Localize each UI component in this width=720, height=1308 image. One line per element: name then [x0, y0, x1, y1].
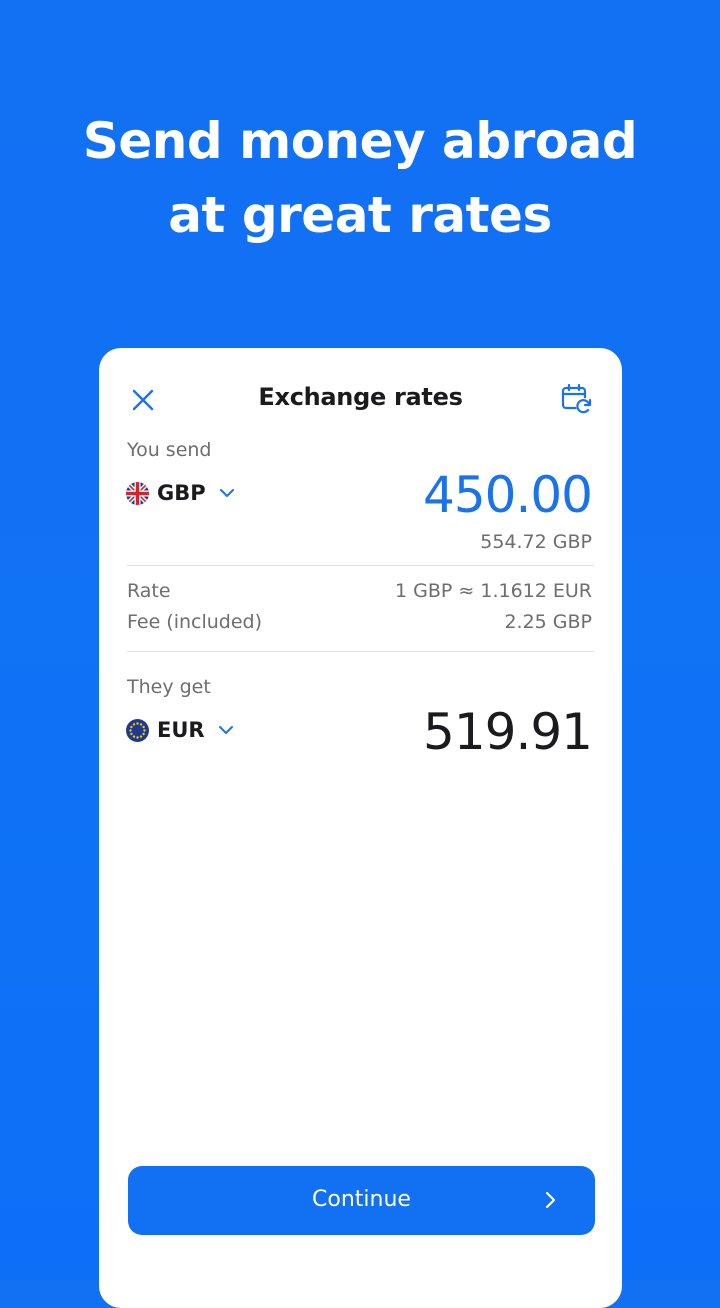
- rate-row: Rate 1 GBP ≈ 1.1612 EUR: [127, 580, 592, 602]
- card-title: Exchange rates: [258, 383, 463, 411]
- uk-flag-icon: [126, 481, 149, 505]
- hero-headline: Send money abroad at great rates: [0, 104, 720, 252]
- rate-label: Rate: [127, 580, 171, 602]
- hero-line-2: at great rates: [168, 186, 552, 244]
- chevron-down-icon: [219, 489, 234, 497]
- fee-row: Fee (included) 2.25 GBP: [127, 611, 592, 633]
- divider: [127, 565, 594, 566]
- exchange-card: Exchange rates You send GBP 450.00 554.7…: [99, 348, 622, 1308]
- receive-currency-selector[interactable]: EUR: [126, 718, 235, 742]
- rate-value: 1 GBP ≈ 1.1612 EUR: [395, 580, 592, 602]
- send-currency-selector[interactable]: GBP: [126, 481, 236, 505]
- fee-label: Fee (included): [127, 611, 263, 633]
- chevron-down-icon: [218, 726, 233, 734]
- divider: [127, 651, 594, 652]
- receive-label: They get: [127, 676, 211, 698]
- calendar-refresh-icon[interactable]: [560, 382, 594, 416]
- send-amount-input[interactable]: 450.00: [423, 466, 593, 524]
- fee-value: 2.25 GBP: [504, 611, 592, 633]
- receive-currency-code: EUR: [157, 718, 205, 742]
- chevron-right-icon: [545, 1191, 556, 1209]
- send-currency-code: GBP: [157, 481, 206, 505]
- send-label: You send: [127, 439, 212, 461]
- receive-amount[interactable]: 519.91: [423, 703, 593, 761]
- eu-flag-icon: [126, 718, 149, 742]
- continue-button[interactable]: Continue: [128, 1166, 595, 1235]
- continue-label: Continue: [312, 1187, 411, 1212]
- send-total-amount: 554.72 GBP: [480, 531, 592, 553]
- hero-line-1: Send money abroad: [82, 112, 638, 170]
